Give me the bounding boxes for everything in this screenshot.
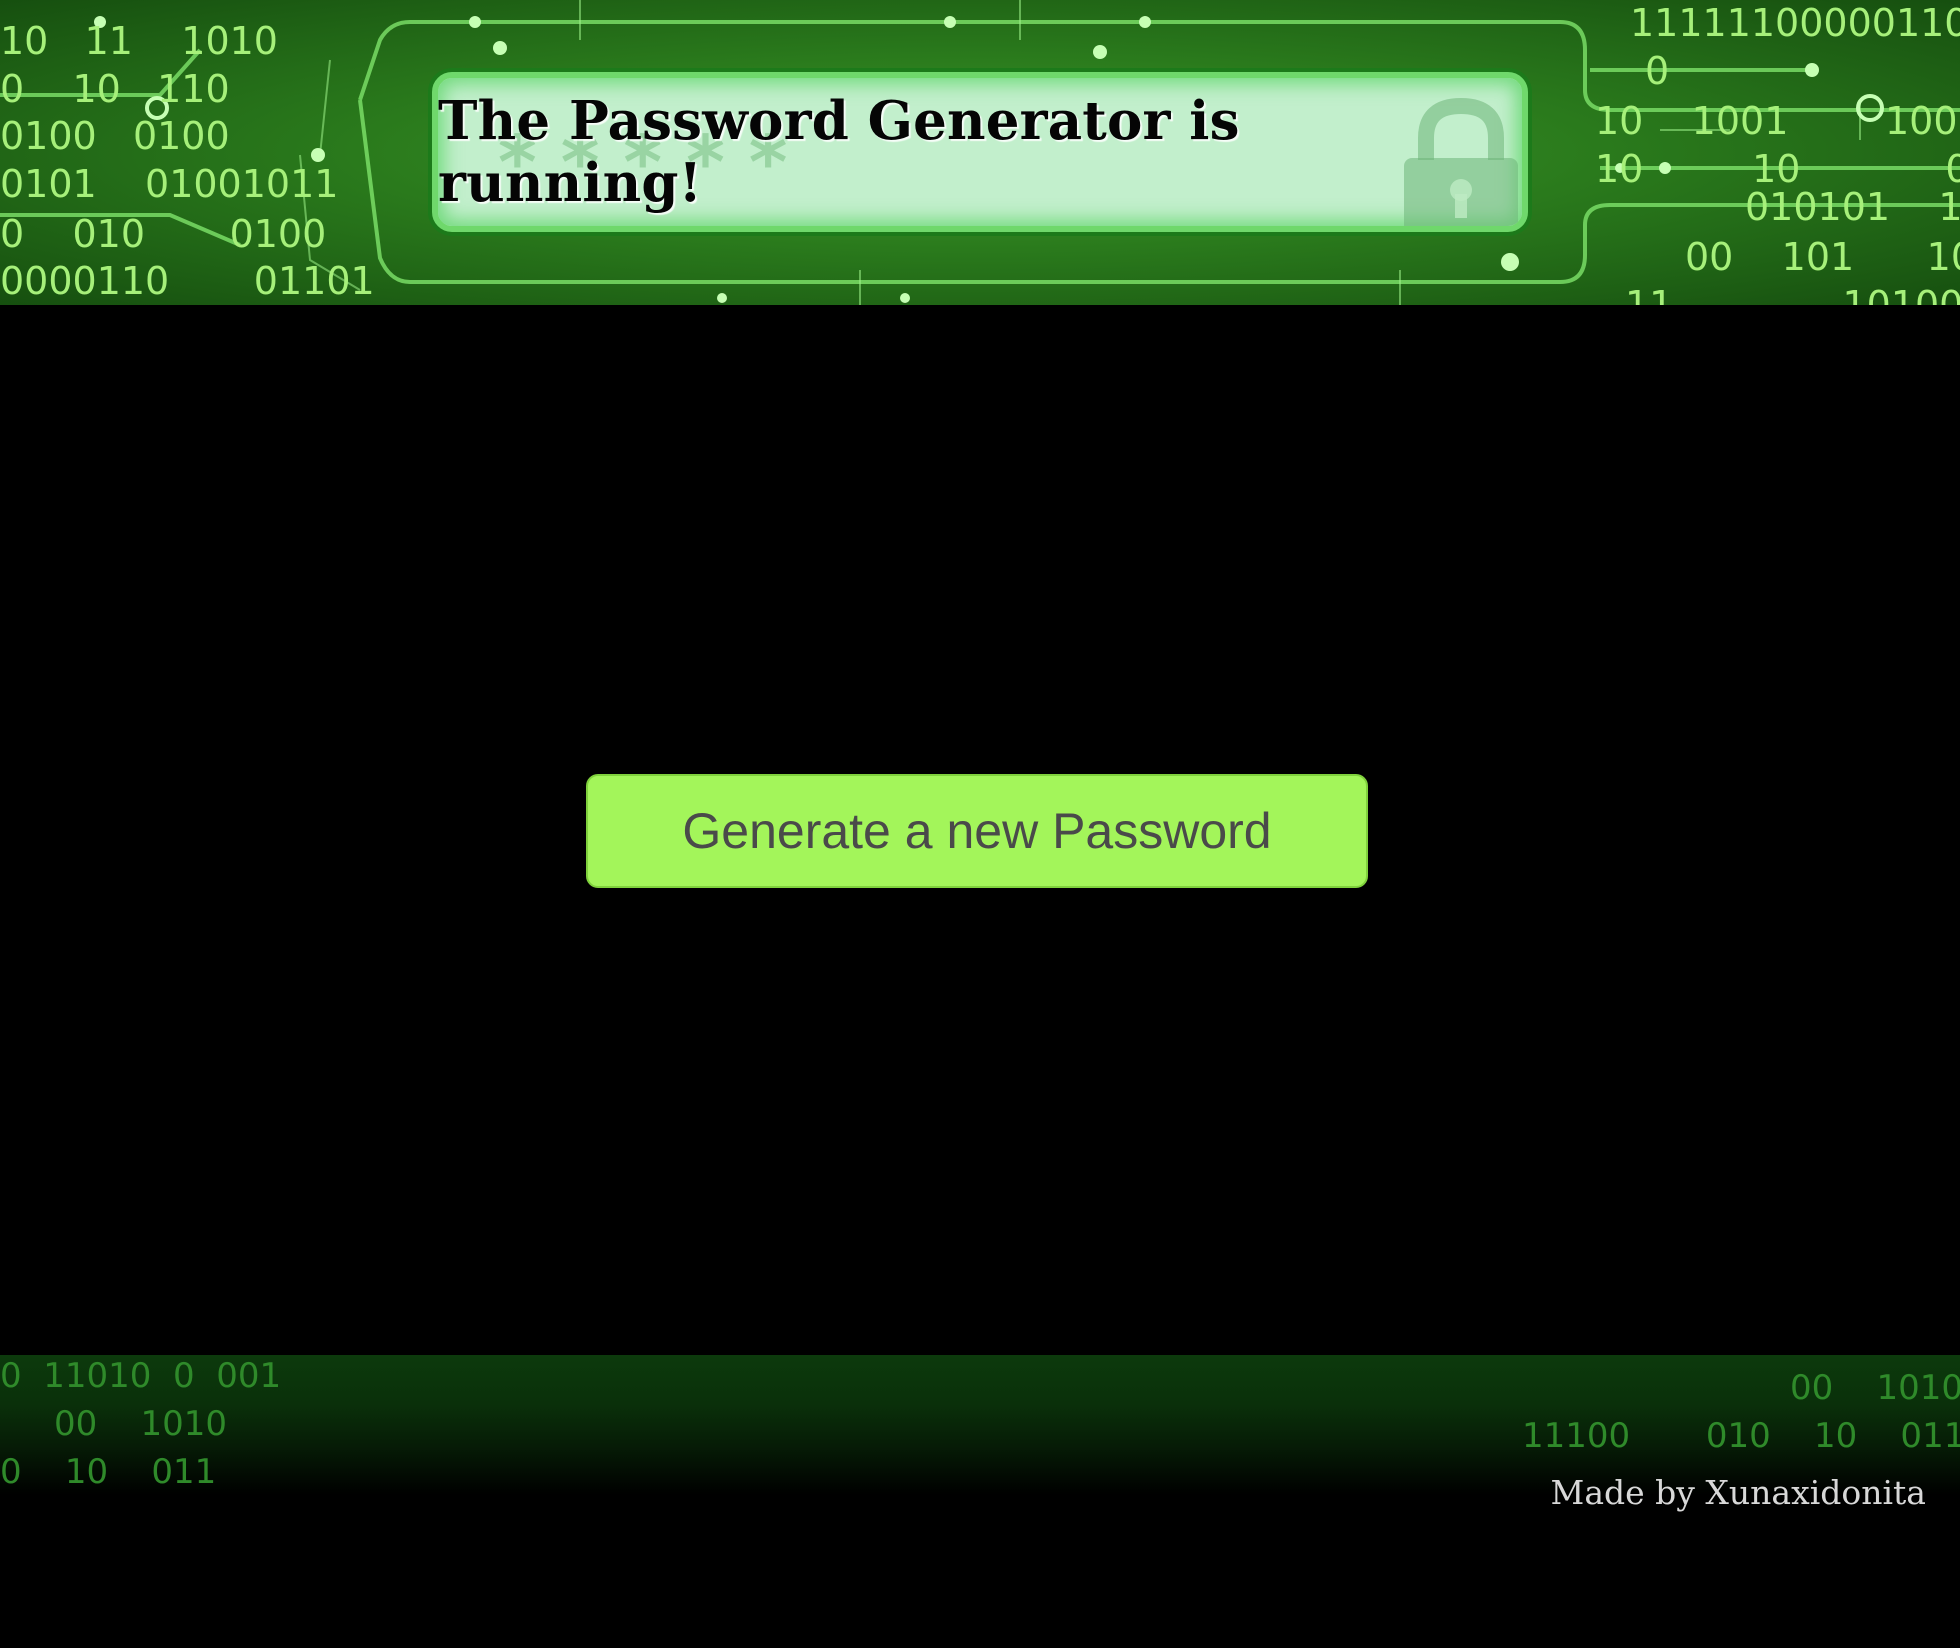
footer: 0 11010 0 001 00 1010 0 10 011 00 1010 1… xyxy=(0,1355,1960,1648)
binary-decoration: 010101 10 xyxy=(1745,185,1960,229)
binary-decoration: 0 xyxy=(1645,49,1670,93)
binary-decoration: 10 11 1010 xyxy=(0,19,278,63)
page-title: The Password Generator is running! xyxy=(438,90,1240,214)
binary-decoration: 0 10 110 xyxy=(0,67,230,111)
binary-decoration: 10 10 00 xyxy=(1595,147,1960,191)
author-credit: Made by Xunaxidonita xyxy=(1550,1473,1926,1512)
title-plate: ***** The Password Generator is running! xyxy=(432,72,1528,232)
binary-decoration: 0101 01001011 xyxy=(0,162,339,206)
generate-password-button[interactable]: Generate a new Password xyxy=(586,774,1368,888)
binary-decoration: 10 1001 10010 xyxy=(1595,99,1960,143)
binary-decoration: 0 11010 0 001 xyxy=(0,1356,282,1396)
binary-decoration: 0100 0100 xyxy=(0,114,230,158)
binary-decoration: 0 10 011 xyxy=(0,1452,217,1492)
page: 10 11 1010 0 10 110 0100 0100 0101 01001… xyxy=(0,0,1960,1648)
binary-decoration: 11 10100 xyxy=(1625,283,1960,305)
header-banner: 10 11 1010 0 10 110 0100 0100 0101 01001… xyxy=(0,0,1960,305)
binary-decoration: 0000110 01101 xyxy=(0,259,375,303)
binary-decoration: 00 1010 xyxy=(1790,1368,1960,1408)
binary-decoration: 11111100000110 xyxy=(1630,1,1960,45)
binary-decoration: 00 1010 xyxy=(0,1404,228,1444)
binary-decoration: 0 010 0100 xyxy=(0,212,327,256)
binary-decoration: 00 101 100 xyxy=(1685,235,1960,279)
binary-decoration: 11100 010 10 011 xyxy=(1522,1416,1960,1456)
